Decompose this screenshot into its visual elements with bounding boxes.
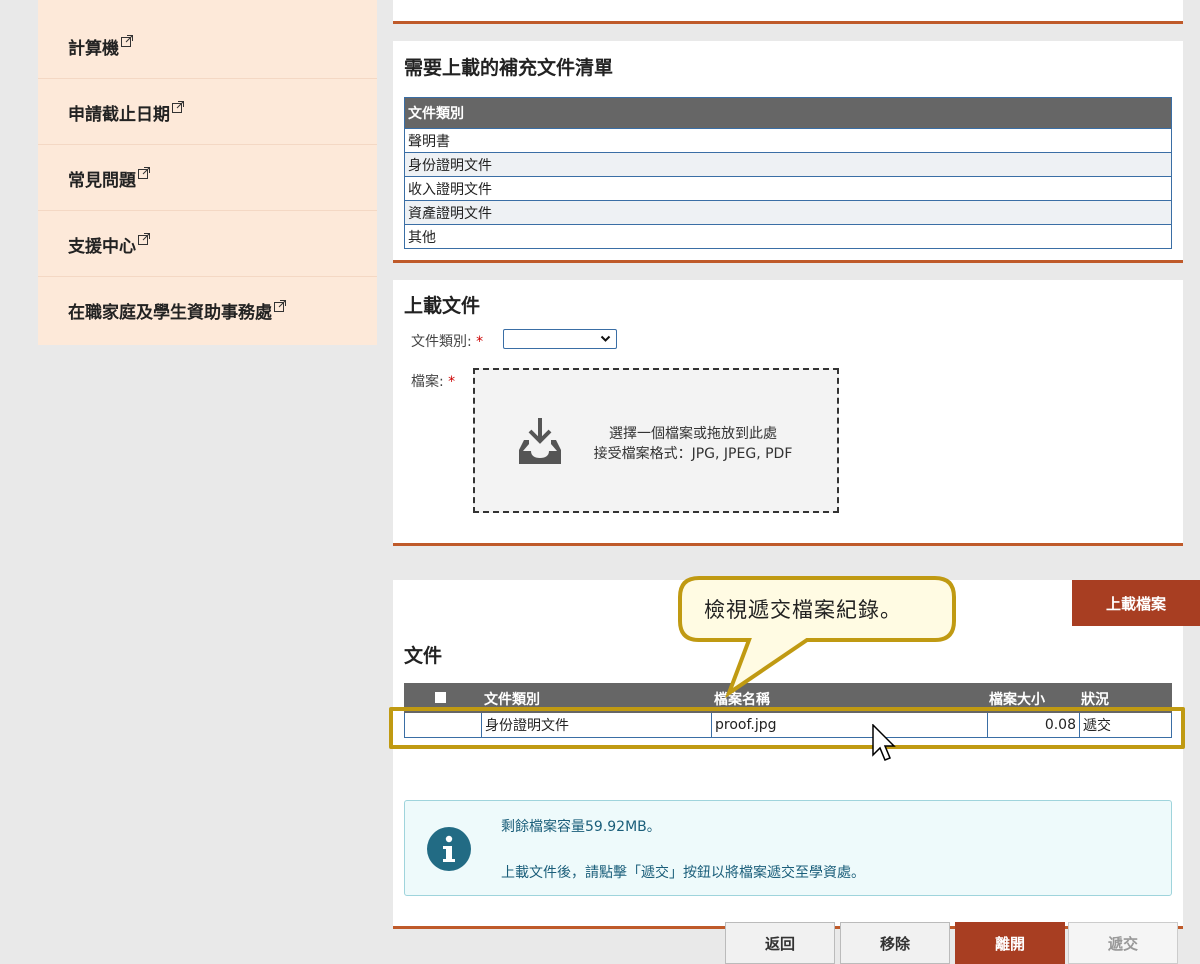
sidebar-item-wfsfaa[interactable]: 在職家庭及學生資助事務處 (38, 278, 377, 343)
external-link-icon (172, 101, 184, 113)
previous-section-card (393, 0, 1183, 24)
column-header: 文件類別 (484, 692, 540, 708)
callout-text: 檢視遞交檔案紀錄。 (704, 598, 902, 622)
dropzone-text: 選擇一個檔案或拖放到此處 接受檔案格式：JPG, JPEG, PDF (593, 426, 793, 462)
sidebar-item-label: 常見問題 (68, 170, 136, 191)
external-link-icon (138, 167, 150, 179)
file-label: 檔案: * (411, 374, 456, 390)
sidebar-item-label: 計算機 (68, 38, 119, 59)
sidebar-item-label: 支援中心 (68, 236, 136, 257)
table-row: 身份證明文件 (405, 152, 1171, 176)
sidebar-item-label: 在職家庭及學生資助事務處 (68, 303, 272, 323)
column-header: 狀況 (1081, 692, 1109, 708)
sidebar-item-support[interactable]: 支援中心 (38, 212, 377, 277)
upload-card: 上載文件 文件類別: * 檔案: * 選擇一個檔案或拖放到此處 接受檔案格式：J… (393, 280, 1183, 546)
back-button[interactable]: 返回 (725, 922, 835, 964)
leave-button[interactable]: 離開 (955, 922, 1065, 964)
required-mark: * (448, 374, 456, 390)
row-highlight-frame (389, 707, 1185, 749)
external-link-icon (138, 233, 150, 245)
info-box: 剩餘檔案容量59.92MB。 上載文件後，請點擊「遞交」按鈕以將檔案遞交至學資處… (404, 800, 1172, 896)
required-docs-title: 需要上載的補充文件清單 (404, 57, 614, 79)
submit-button[interactable]: 遞交 (1068, 922, 1178, 964)
table-row: 聲明書 (405, 128, 1171, 152)
file-dropzone[interactable]: 選擇一個檔案或拖放到此處 接受檔案格式：JPG, JPEG, PDF (473, 368, 839, 513)
select-all-checkbox[interactable] (435, 692, 446, 703)
table-row: 資產證明文件 (405, 200, 1171, 224)
column-header: 檔案大小 (989, 692, 1045, 708)
upload-tray-icon (519, 418, 561, 464)
mouse-cursor-icon (872, 724, 896, 761)
doc-type-select[interactable] (503, 329, 617, 349)
table-row: 其他 (405, 224, 1171, 248)
required-mark: * (476, 334, 484, 350)
upload-file-button[interactable]: 上載檔案 (1072, 580, 1200, 626)
sidebar-item-faq[interactable]: 常見問題 (38, 146, 377, 211)
upload-title: 上載文件 (404, 295, 481, 317)
table-row: 收入證明文件 (405, 176, 1171, 200)
doc-type-label: 文件類別: * (411, 334, 484, 350)
sidebar-item-label: 申請截止日期 (68, 104, 170, 125)
chevron-down-icon (600, 335, 611, 342)
remaining-capacity-text: 剩餘檔案容量59.92MB。 (501, 819, 661, 835)
submit-hint-text: 上載文件後，請點擊「遞交」按鈕以將檔案遞交至學資處。 (501, 865, 865, 881)
external-link-icon (274, 299, 286, 312)
info-icon (427, 827, 471, 871)
remove-button[interactable]: 移除 (840, 922, 950, 964)
sidebar: 計算機 申請截止日期 常見問題 支援中心 在職家庭及學生資助事務處 (38, 0, 377, 345)
sidebar-item-calculator[interactable]: 計算機 (38, 14, 377, 79)
table-header: 文件類別 (405, 98, 1171, 128)
files-title: 文件 (404, 645, 443, 667)
sidebar-item-deadlines[interactable]: 申請截止日期 (38, 80, 377, 145)
required-docs-table: 文件類別 聲明書 身份證明文件 收入證明文件 資產證明文件 其他 (404, 97, 1172, 249)
external-link-icon (121, 35, 133, 47)
required-docs-card: 需要上載的補充文件清單 文件類別 聲明書 身份證明文件 收入證明文件 資產證明文… (393, 41, 1183, 263)
